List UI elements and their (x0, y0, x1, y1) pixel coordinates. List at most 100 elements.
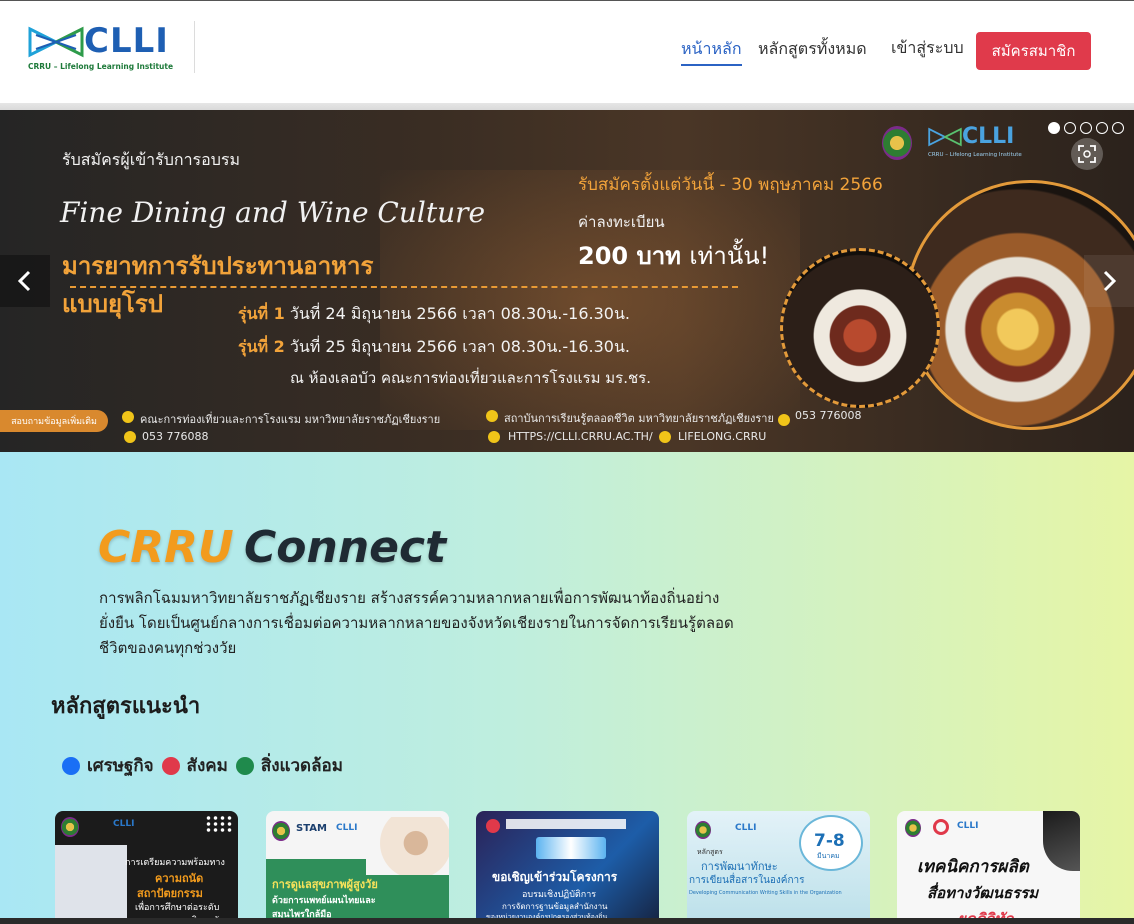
intro-paragraph: การพลิกโฉมมหาวิทยาลัยราชภัฏเชียงราย สร้า… (99, 589, 734, 657)
bottom-bar (0, 918, 1134, 924)
environment-dot-icon (235, 756, 254, 775)
round-1-text: วันที่ 24 มิถุนายน 2566 เวลา 08.30น.-16.… (289, 304, 630, 323)
contact-institute-phone: 053 776008 (795, 409, 862, 422)
card-clli-logo: CLLI (336, 823, 358, 833)
legend-environment-label: สิ่งแวดล้อม (260, 756, 343, 776)
card-4-month: มีนาคม (817, 852, 840, 860)
camera-lens-image (1043, 811, 1080, 871)
carousel-indicators (1048, 122, 1124, 134)
more-info-pill: สอบถามข้อมูลเพิ่มเติม (0, 410, 108, 432)
round-1-label: รุ่นที่ 1 (238, 304, 285, 323)
card-2-badge: STAM (296, 823, 327, 834)
focus-scan-icon (1078, 145, 1096, 163)
banner-dashed-divider (70, 286, 738, 288)
card-4-line3: การเขียนสื่อสารในองค์การ (689, 875, 805, 886)
course-card-elderly-care[interactable]: STAM CLLI การดูแลสุขภาพผู้สูงวัย ด้วยการ… (266, 811, 449, 924)
card-3-line1: ขอเชิญเข้าร่วมโครงการ (492, 870, 618, 884)
course-card-communication-writing[interactable]: CLLI 7-8 มีนาคม หลักสูตร การพัฒนาทักษะ ก… (687, 811, 870, 924)
carousel-next-button[interactable] (1084, 255, 1134, 307)
header-shadow (0, 103, 1134, 110)
carousel-prev-button[interactable] (0, 255, 50, 307)
hero-carousel[interactable]: รับสมัครผู้เข้ารับการอบรม Fine Dining an… (0, 110, 1134, 452)
legend-economy: เศรษฐกิจ (62, 752, 154, 779)
dot-grid-icon (205, 815, 233, 833)
phone-icon (778, 414, 790, 426)
brand-connect: Connect (244, 522, 447, 573)
legend-economy-label: เศรษฐกิจ (87, 756, 154, 776)
card-4-date: 7-8 (814, 831, 845, 851)
legend-society: สังคม (161, 752, 228, 779)
info-icon (486, 410, 498, 422)
course-card-digital-culture-media[interactable]: CLLI เทคนิคการผลิต สื่อทางวัฒนธรรม ยุคดิ… (897, 811, 1080, 924)
web-icon (488, 431, 500, 443)
contact-faculty: คณะการท่องเที่ยวและการโรงแรม มหาวิทยาลัย… (140, 413, 441, 426)
media-logo-icon (933, 819, 949, 835)
card-5-line2: สื่อทางวัฒนธรรม (927, 884, 1039, 902)
carousel-dot-5[interactable] (1112, 122, 1124, 134)
nav-home[interactable]: หน้าหลัก (681, 37, 742, 66)
carousel-dot-2[interactable] (1064, 122, 1076, 134)
card-clli-logo: CLLI (735, 823, 757, 833)
banner-logo-subtitle: CRRU – Lifelong Learning Institute (928, 152, 1022, 158)
banner-script-title: Fine Dining and Wine Culture (60, 196, 486, 229)
contact-line-id: LIFELONG.CRRU (678, 430, 767, 443)
contact-website: HTTPS://CLLI.CRRU.AC.TH/ (508, 430, 653, 443)
banner-fee-label: ค่าลงทะเบียน (578, 213, 665, 231)
economy-dot-icon (62, 756, 80, 775)
nav-login[interactable]: เข้าสู่ระบบ (891, 36, 964, 61)
line-app-icon (659, 431, 671, 443)
image-focus-button[interactable] (1071, 138, 1103, 170)
nav-all-courses[interactable]: หลักสูตรทั้งหมด (758, 37, 867, 62)
signup-button[interactable]: สมัครสมาชิก (976, 32, 1091, 70)
course-card-architecture[interactable]: CLLI การเตรียมความพร้อมทาง ความถนัด สถาป… (55, 811, 238, 924)
card-5-line1: เทคนิคการผลิต (917, 857, 1029, 877)
banner-clli-logo: CLLI CRRU – Lifelong Learning Institute (928, 124, 1028, 164)
chevron-left-icon (17, 270, 31, 292)
banner-open-period: รับสมัครตั้งแต่วันนี้ - 30 พฤษภาคม 2566 (578, 175, 883, 195)
legend-society-label: สังคม (186, 756, 228, 776)
university-seal-icon (272, 821, 290, 841)
card-header-strip (506, 819, 626, 829)
banner-round-2: รุ่นที่ 2 วันที่ 25 มิถุนายน 2566 เวลา 0… (238, 335, 630, 360)
food-photo-small (780, 248, 940, 408)
banner-main-title-line1: มารยาทการรับประทานอาหาร (62, 252, 374, 280)
banner-clli-mark-icon (928, 127, 962, 147)
contact-institute: สถาบันการเรียนรู้ตลอดชีวิต มหาวิทยาลัยรา… (504, 412, 774, 425)
clli-logo-mark-icon (28, 26, 84, 58)
card-1-line1: การเตรียมความพร้อมทาง (125, 858, 225, 868)
info-icon (122, 411, 134, 423)
banner-fee: 200 บาท เท่านั้น! (578, 236, 769, 275)
logo-subtitle: CRRU – Lifelong Learning Institute (28, 62, 174, 71)
organization-logo-icon (486, 819, 500, 833)
contact-faculty-phone: 053 776088 (142, 430, 209, 443)
brand-crru: CRRU (98, 522, 234, 573)
computer-illustration-icon (536, 837, 606, 859)
banner-apply-text: รับสมัครผู้เข้ารับการอบรม (62, 150, 241, 169)
carousel-dot-3[interactable] (1080, 122, 1092, 134)
banner-venue: ณ ห้องเลอบัว คณะการท่องเที่ยวและการโรงแร… (290, 369, 651, 387)
card-clli-logo: CLLI (957, 821, 979, 831)
card-2-line2: ด้วยการแพทย์แผนไทยและ (272, 896, 376, 906)
university-seal-icon (695, 821, 711, 839)
banner-logo-word: CLLI (962, 124, 1015, 149)
banner-fee-amount: 200 บาท (578, 242, 681, 270)
round-2-label: รุ่นที่ 2 (238, 337, 285, 356)
card-elderly-photo (366, 817, 449, 875)
university-seal-icon (905, 819, 921, 837)
card-4-line4: Developing Communication Writing Skills … (689, 890, 842, 896)
banner-round-1: รุ่นที่ 1 วันที่ 24 มิถุนายน 2566 เวลา 0… (238, 302, 630, 327)
card-1-line4: เพื่อการศึกษาต่อระดับ (135, 903, 220, 913)
chevron-right-icon (1103, 270, 1117, 292)
crru-connect-section: CRRU Connect การพลิกโฉมมหาวิทยาลัยราชภัฏ… (0, 452, 1134, 924)
university-seal-icon (882, 126, 912, 160)
banner-main-title-line2: แบบยุโรป (62, 290, 164, 318)
card-clli-logo: CLLI (113, 819, 135, 829)
logo-wordmark: CLLI (84, 21, 169, 61)
carousel-dot-4[interactable] (1096, 122, 1108, 134)
clli-logo[interactable]: CLLI CRRU – Lifelong Learning Institute (28, 21, 173, 75)
course-card-office-database[interactable]: ขอเชิญเข้าร่วมโครงการ อบรมเชิงปฏิบัติการ… (476, 811, 659, 924)
banner-fee-suffix: เท่านั้น! (689, 242, 770, 270)
society-dot-icon (161, 756, 180, 775)
card-3-line2: อบรมเชิงปฏิบัติการ (522, 890, 597, 900)
carousel-dot-1[interactable] (1048, 122, 1060, 134)
